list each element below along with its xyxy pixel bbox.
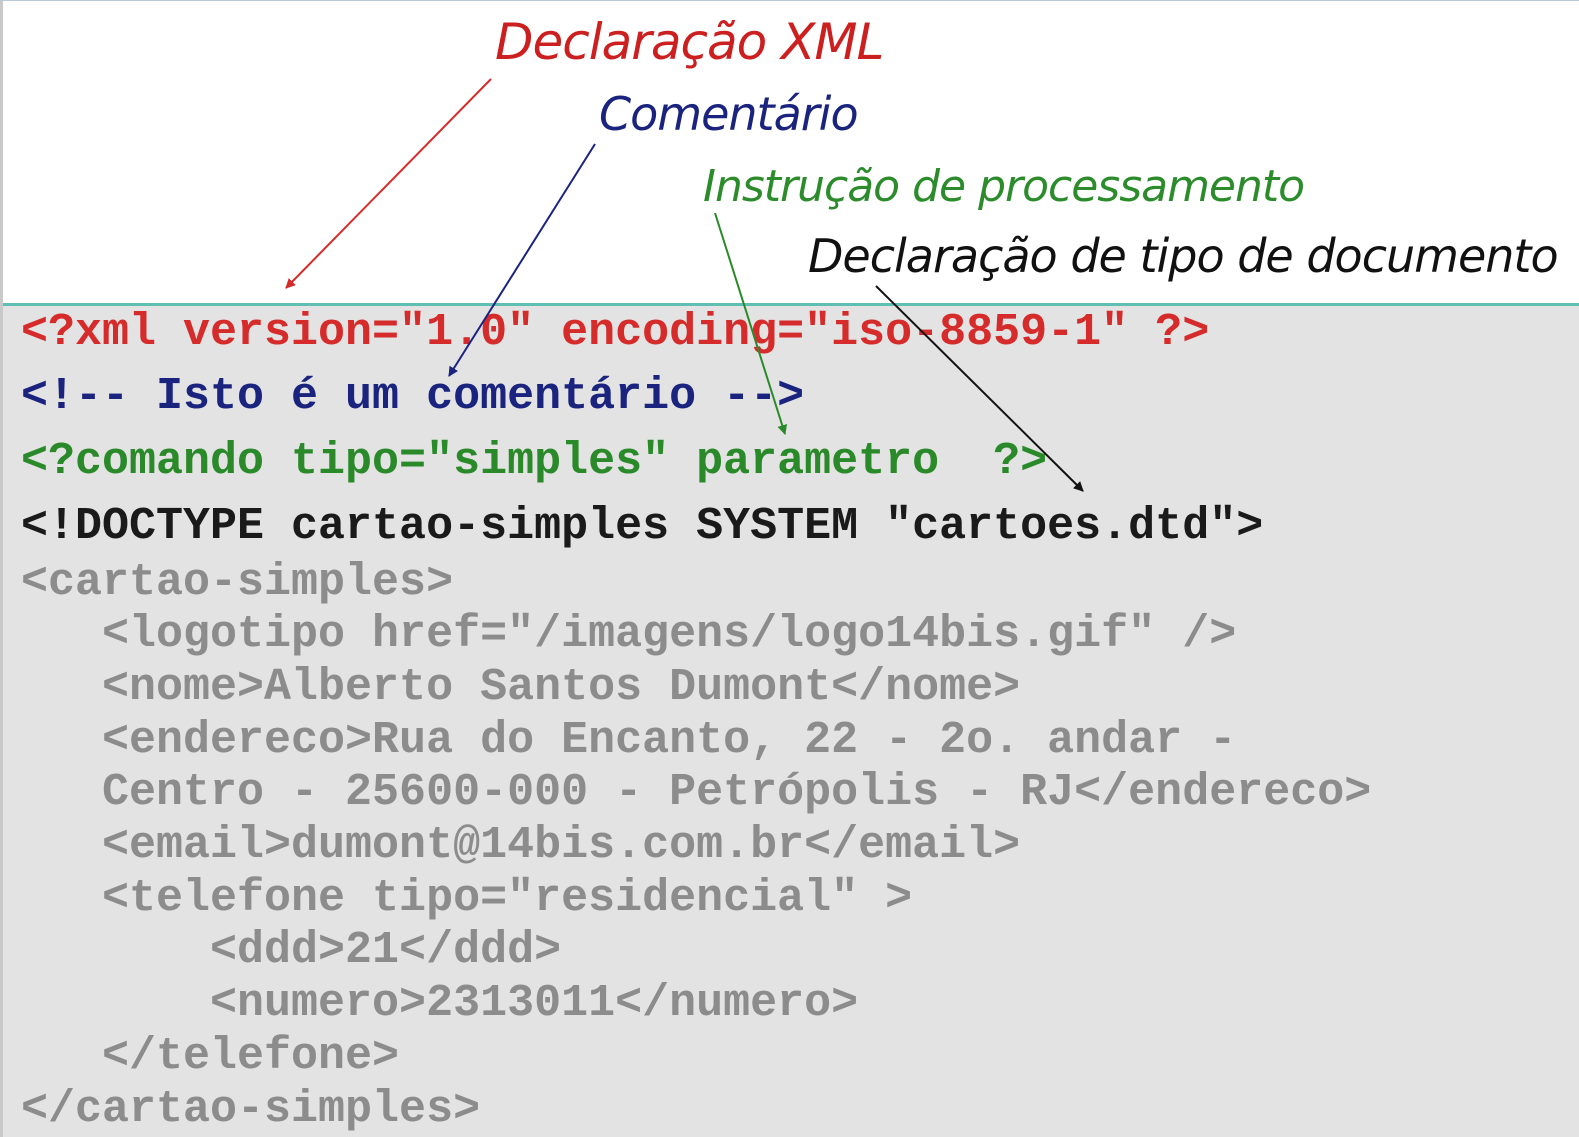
code-line-telefone-close: </telefone> [21,1031,400,1082]
label-xml-declaration: Declaração XML [495,13,884,71]
label-processing-instruction: Instrução de processamento [703,161,1305,212]
code-line-ddd: <ddd>21</ddd> [21,925,562,976]
code-line-numero: <numero>2313011</numero> [21,978,859,1029]
code-line-comment: <!-- Isto é um comentário --> [21,371,805,422]
code-line-root-close: </cartao-simples> [21,1084,481,1135]
code-line-processing-instruction: <?comando tipo="simples" parametro ?> [21,436,1048,487]
code-line-email: <email>dumont@14bis.com.br</email> [21,820,1021,871]
arrow-xml-declaration [285,78,492,289]
code-line-endereco-2: Centro - 25600-000 - Petrópolis - RJ</en… [21,767,1372,818]
label-doctype-declaration: Declaração de tipo de documento [808,229,1559,283]
code-line-logotipo: <logotipo href="/imagens/logo14bis.gif" … [21,609,1237,660]
code-line-telefone-open: <telefone tipo="residencial" > [21,873,913,924]
code-line-nome: <nome>Alberto Santos Dumont</nome> [21,662,1021,713]
code-line-endereco-1: <endereco>Rua do Encanto, 22 - 2o. andar… [21,715,1237,766]
label-comment: Comentário [599,87,859,141]
code-line-root-open: <cartao-simples> [21,557,454,608]
code-line-doctype: <!DOCTYPE cartao-simples SYSTEM "cartoes… [21,501,1264,552]
code-line-xml-declaration: <?xml version="1.0" encoding="iso-8859-1… [21,307,1210,358]
code-panel: <?xml version="1.0" encoding="iso-8859-1… [3,303,1579,1137]
diagram-canvas: Declaração XML Comentário Instrução de p… [0,0,1579,1137]
